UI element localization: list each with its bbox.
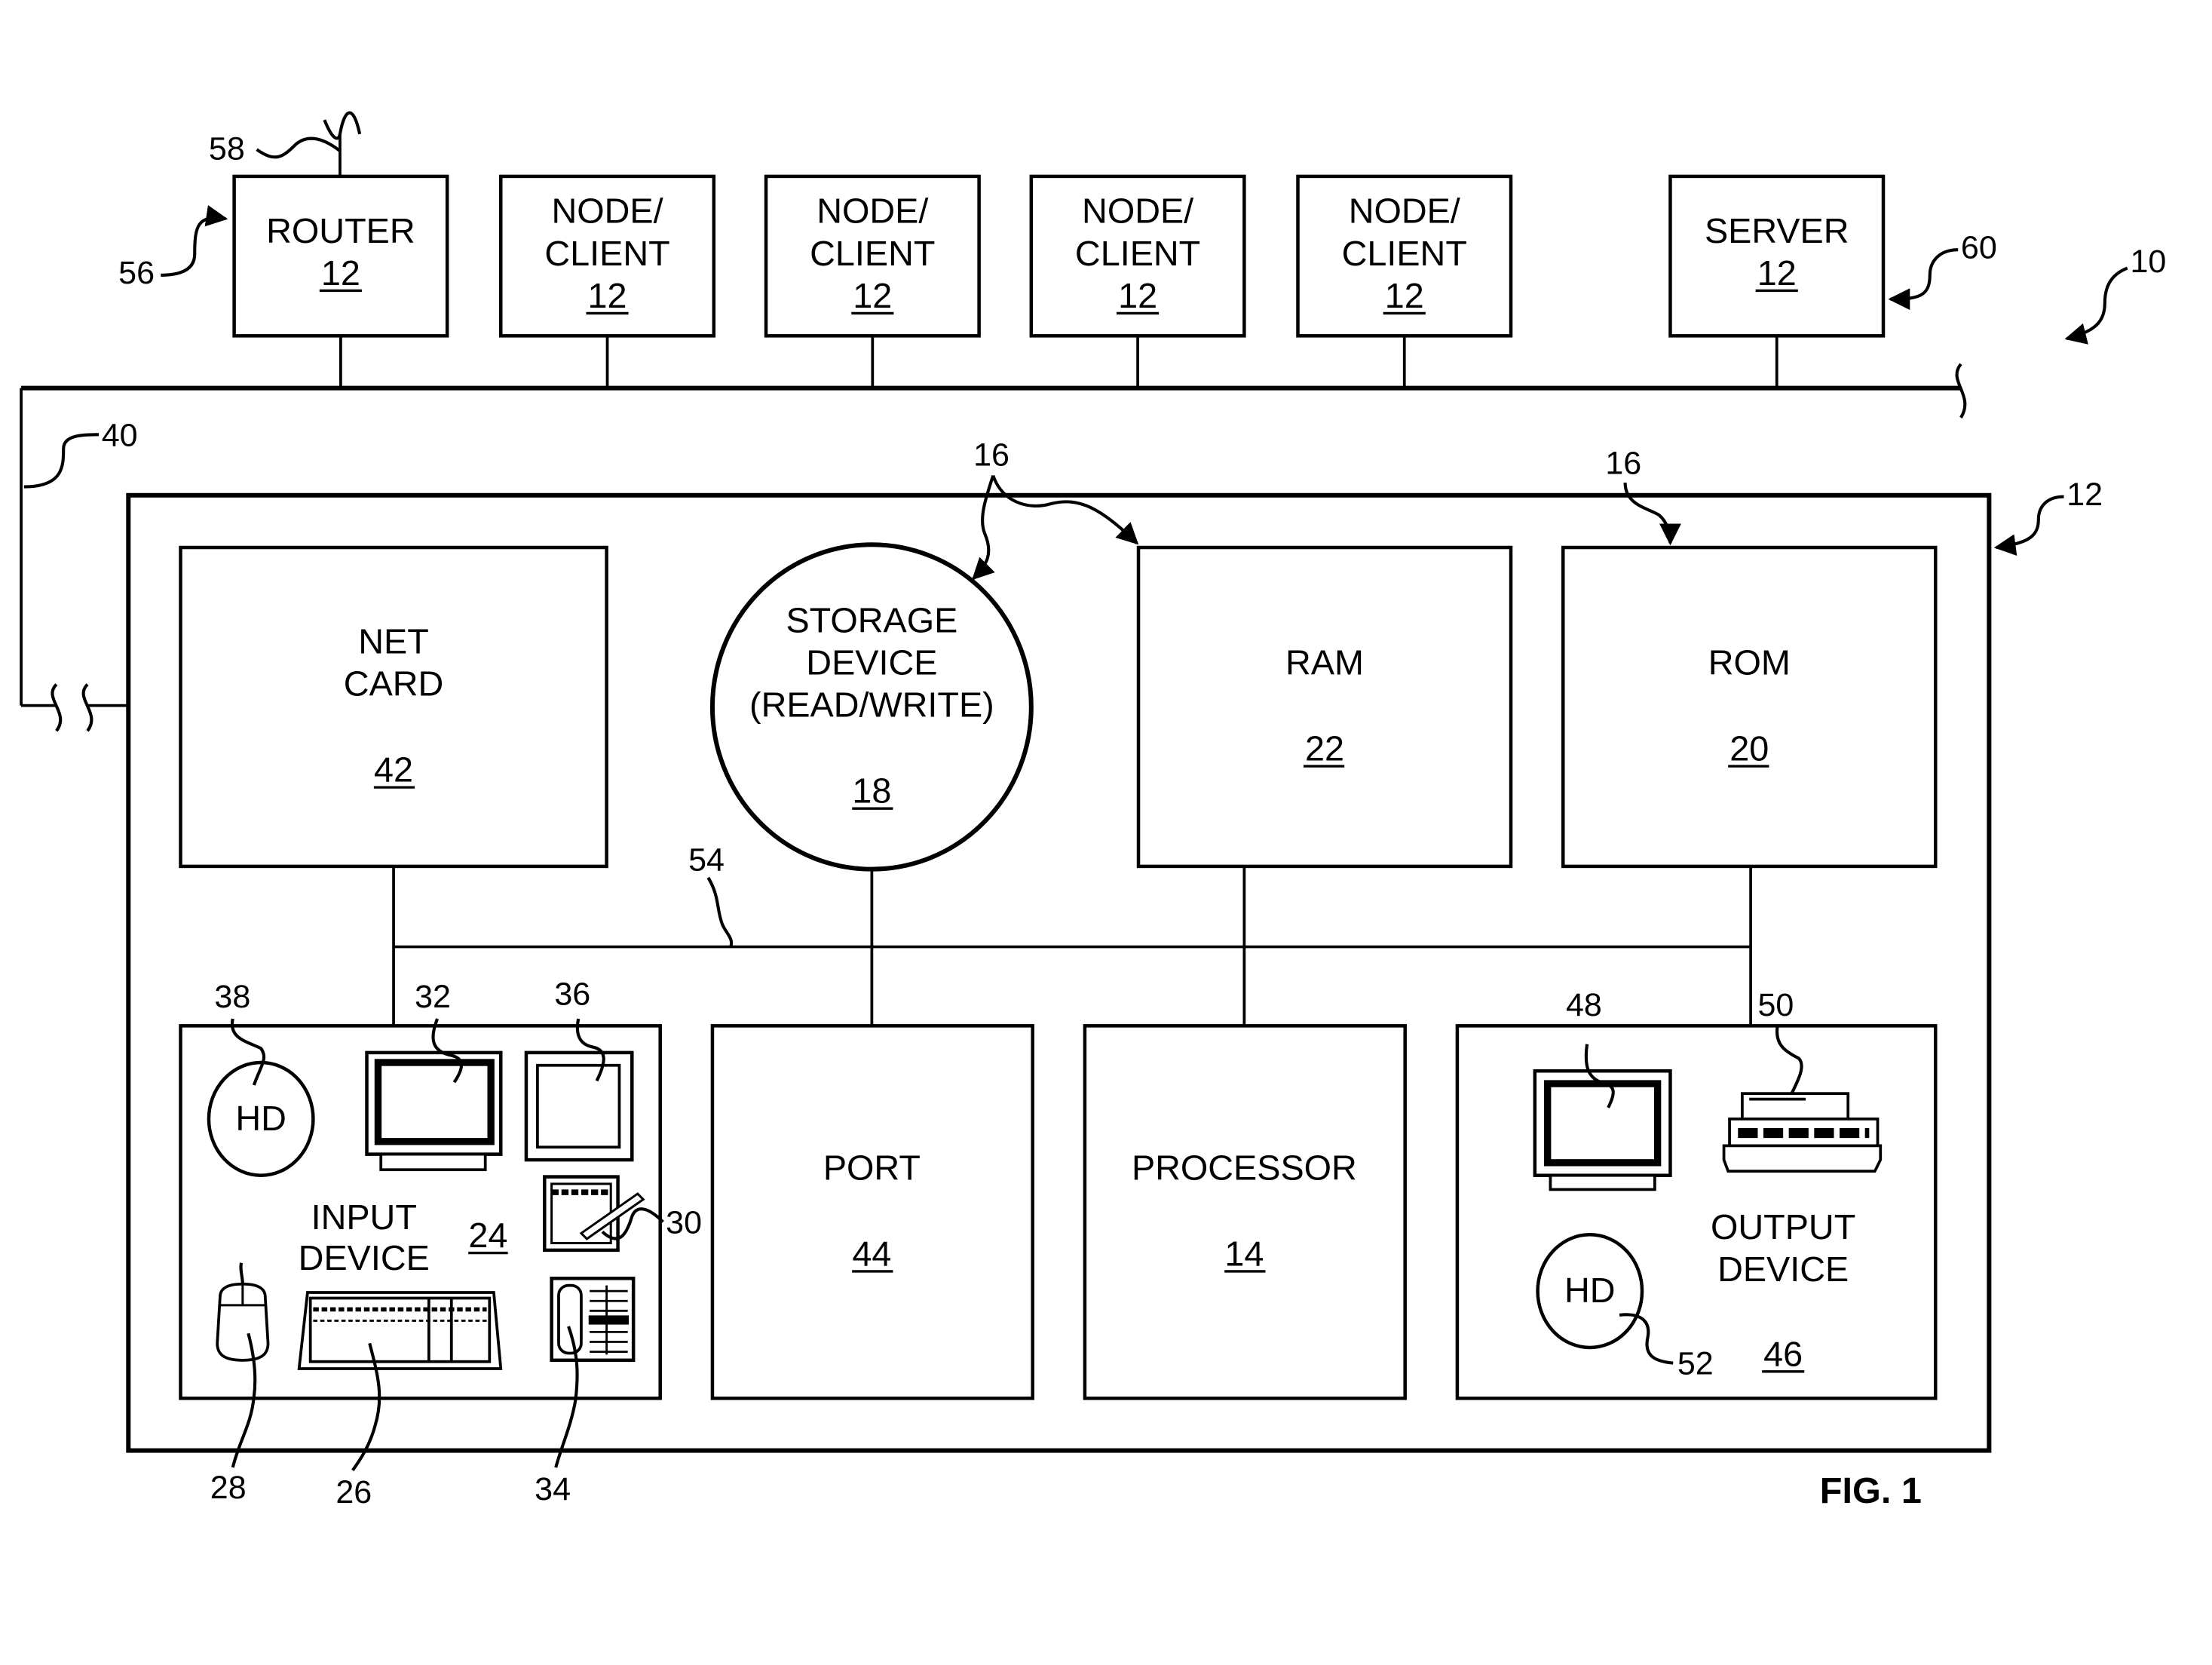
svg-text:CARD: CARD bbox=[344, 664, 444, 703]
svg-text:(READ/WRITE): (READ/WRITE) bbox=[749, 685, 994, 725]
node-label: CLIENT bbox=[1342, 234, 1467, 273]
network-node-node: NODE/CLIENT12 bbox=[764, 174, 981, 388]
node-label: CLIENT bbox=[810, 234, 935, 273]
system-callout: 10 bbox=[2064, 244, 2166, 345]
network-node-node: NODE/CLIENT12 bbox=[1296, 174, 1513, 388]
router-callout: 56 bbox=[118, 204, 228, 291]
svg-text:16: 16 bbox=[973, 437, 1009, 473]
svg-text:60: 60 bbox=[1961, 229, 1997, 265]
node-label: ROUTER bbox=[266, 211, 415, 250]
svg-text:DEVICE: DEVICE bbox=[299, 1238, 430, 1277]
node-ref: 12 bbox=[588, 276, 627, 315]
storage-device: STORAGE DEVICE (READ/WRITE) 18 bbox=[709, 542, 1034, 872]
node-ref: 12 bbox=[1757, 253, 1797, 293]
svg-text:HD: HD bbox=[235, 1099, 286, 1138]
rom: ROM 20 bbox=[1561, 545, 1938, 869]
svg-text:56: 56 bbox=[118, 255, 155, 291]
node-label: NODE/ bbox=[551, 192, 663, 231]
bus-ref: 54 bbox=[688, 842, 725, 878]
svg-text:DEVICE: DEVICE bbox=[1717, 1250, 1849, 1289]
network-node-node: NODE/CLIENT12 bbox=[1029, 174, 1246, 388]
output-device: OUTPUT DEVICE 46 48 50 HD 52 bbox=[1455, 987, 1938, 1400]
svg-text:STORAGE: STORAGE bbox=[786, 600, 957, 639]
node-label: NODE/ bbox=[816, 192, 928, 231]
network-node-node: NODE/CLIENT12 bbox=[499, 174, 716, 388]
svg-text:INPUT: INPUT bbox=[311, 1197, 417, 1237]
network-node-router: ROUTER12 bbox=[232, 174, 449, 388]
network-node-server: SERVER12 bbox=[1668, 174, 1886, 388]
node-label: SERVER bbox=[1705, 211, 1849, 250]
svg-text:50: 50 bbox=[1757, 987, 1794, 1023]
node-ref: 12 bbox=[1385, 276, 1424, 315]
processor: PROCESSOR 14 bbox=[1083, 1024, 1407, 1400]
node-ref: 12 bbox=[321, 253, 360, 293]
svg-text:32: 32 bbox=[415, 979, 451, 1015]
svg-text:26: 26 bbox=[335, 1474, 372, 1510]
ram: RAM 22 bbox=[1136, 545, 1513, 869]
computer-ref: 12 bbox=[2066, 477, 2103, 513]
svg-text:RAM: RAM bbox=[1285, 642, 1364, 682]
svg-text:52: 52 bbox=[1677, 1346, 1714, 1382]
node-label: NODE/ bbox=[1082, 192, 1193, 231]
system-ref: 10 bbox=[2130, 244, 2166, 280]
storage-ref: 18 bbox=[852, 771, 891, 811]
router-antenna-ref: 58 bbox=[209, 130, 245, 167]
svg-text:PROCESSOR: PROCESSOR bbox=[1132, 1148, 1357, 1187]
processor-ref: 14 bbox=[1224, 1234, 1264, 1273]
svg-text:36: 36 bbox=[554, 976, 590, 1012]
patent-figure: 40 ROUTER12NODE/CLIENT12NODE/CLIENT12NOD… bbox=[20, 111, 2166, 1511]
node-ref: 12 bbox=[853, 276, 892, 315]
svg-text:48: 48 bbox=[1566, 987, 1602, 1023]
svg-text:OUTPUT: OUTPUT bbox=[1711, 1207, 1855, 1246]
input-device-ref: 24 bbox=[468, 1216, 507, 1255]
figure-title: FIG. 1 bbox=[1820, 1470, 1922, 1511]
server-callout: 60 bbox=[1888, 229, 1997, 311]
network-callout: 40 bbox=[23, 417, 138, 489]
node-ref: 12 bbox=[1118, 276, 1157, 315]
svg-text:30: 30 bbox=[666, 1204, 702, 1240]
node-label: CLIENT bbox=[1075, 234, 1200, 273]
svg-text:34: 34 bbox=[535, 1471, 571, 1507]
port: PORT 44 bbox=[710, 1024, 1034, 1400]
svg-text:ROM: ROM bbox=[1708, 642, 1791, 682]
node-label: NODE/ bbox=[1349, 192, 1460, 231]
rom-ref: 20 bbox=[1729, 729, 1769, 768]
net-card: NET CARD 42 bbox=[179, 545, 608, 869]
router-antenna: 58 bbox=[209, 111, 362, 176]
svg-text:38: 38 bbox=[214, 979, 250, 1015]
output-device-ref: 46 bbox=[1763, 1334, 1803, 1373]
node-label: CLIENT bbox=[544, 234, 669, 273]
network-ref: 40 bbox=[102, 417, 138, 453]
computer-callout: 12 bbox=[1993, 477, 2103, 556]
net-card-ref: 42 bbox=[374, 750, 413, 790]
svg-text:HD: HD bbox=[1564, 1271, 1616, 1310]
svg-text:16: 16 bbox=[1605, 446, 1641, 482]
port-ref: 44 bbox=[852, 1234, 891, 1273]
svg-text:NET: NET bbox=[358, 621, 429, 661]
svg-text:28: 28 bbox=[210, 1470, 247, 1506]
svg-text:PORT: PORT bbox=[823, 1148, 921, 1187]
svg-text:DEVICE: DEVICE bbox=[806, 642, 937, 682]
ram-ref: 22 bbox=[1305, 729, 1344, 768]
